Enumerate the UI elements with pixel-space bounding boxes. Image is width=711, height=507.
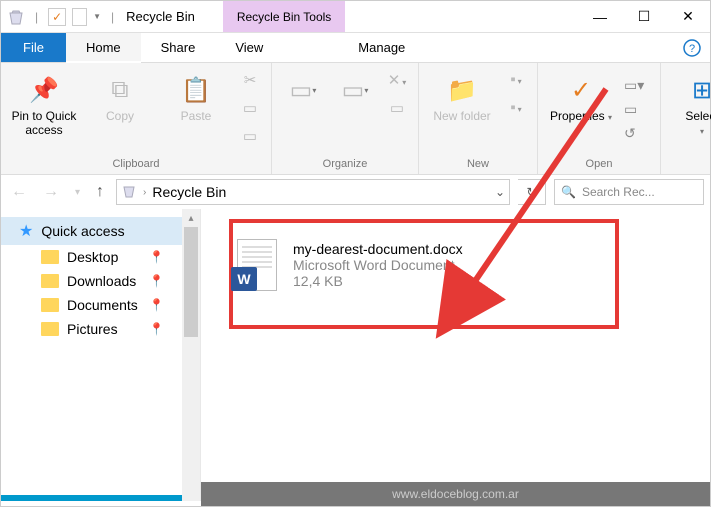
recycle-bin-icon [7,8,25,26]
folder-icon [41,250,59,264]
tab-file[interactable]: File [1,33,66,62]
properties-button[interactable]: ✓ Properties ▾ [546,67,616,123]
sidebar-scrollbar[interactable]: ▴ [182,209,200,501]
folder-icon [41,274,59,288]
pin-icon: 📍 [149,298,164,312]
maximize-button[interactable]: ☐ [622,2,666,32]
window-controls: — ☐ ✕ [578,2,710,32]
cut-icon[interactable]: ✂ [239,71,261,93]
folder-icon [41,322,59,336]
select-button[interactable]: ⊞ Select▾ [667,67,711,138]
open-icon[interactable]: ▭▾ [624,77,652,95]
copy-to-icon[interactable]: ▭▾ [338,73,372,107]
search-input[interactable]: 🔍 Search Rec... [554,179,704,205]
new-folder-icon: 📁 [445,73,479,107]
up-button[interactable]: ↑ [92,183,108,201]
tab-manage[interactable]: Manage [338,33,425,62]
star-icon: ★ [19,221,33,241]
folder-icon [41,298,59,312]
easy-access-icon[interactable]: ▪▾ [505,99,527,121]
group-clipboard-label: Clipboard [9,156,263,172]
minimize-button[interactable]: — [578,2,622,32]
separator: | [35,10,38,24]
pin-icon: 📍 [149,322,164,336]
annotation-highlight [229,219,619,329]
help-icon[interactable]: ? [674,33,710,62]
paste-shortcut-icon[interactable]: ▭ [239,127,261,149]
separator: | [111,10,114,24]
pin-to-quick-access-button[interactable]: 📌 Pin to Quick access [9,67,79,138]
edit-icon[interactable]: ▭ [624,101,652,119]
footer-watermark: www.eldoceblog.com.ar [201,482,710,506]
address-bar[interactable]: › Recycle Bin ⌄ [116,179,510,205]
group-organize-label: Organize [280,156,410,172]
paste-icon: 📋 [179,73,213,107]
address-location: Recycle Bin [152,184,226,200]
tab-view[interactable]: View [215,33,283,62]
copy-icon: ⧉ [103,73,137,107]
copy-button[interactable]: ⧉ Copy [85,67,155,123]
title-bar: | ✓ ▼ | Recycle Bin Recycle Bin Tools — … [1,1,710,33]
word-document-icon: W [235,237,279,293]
document-icon[interactable] [72,8,87,26]
ribbon: 📌 Pin to Quick access ⧉ Copy 📋 Paste ✂ ▭… [1,63,710,175]
close-button[interactable]: ✕ [666,2,710,32]
copy-path-icon[interactable]: ▭ [239,99,261,121]
delete-icon[interactable]: ✕▾ [386,71,408,93]
pin-icon: 📍 [149,250,164,264]
search-icon: 🔍 [561,185,576,199]
address-dropdown-icon[interactable]: ⌄ [495,185,505,199]
recycle-bin-icon [121,183,137,202]
rename-icon[interactable]: ▭ [386,99,408,121]
back-button[interactable]: ← [7,183,31,201]
svg-text:?: ? [689,43,695,55]
group-open-label: Open [546,156,652,172]
scroll-up-icon[interactable]: ▴ [188,209,193,227]
select-icon: ⊞ [685,73,711,107]
contextual-tab-label: Recycle Bin Tools [223,1,346,32]
sidebar-item-pictures[interactable]: Pictures 📍 [1,317,200,341]
new-folder-button[interactable]: 📁 New folder [427,67,497,123]
content-area: ★ Quick access Desktop 📍 Downloads 📍 Doc… [1,209,710,501]
properties-icon: ✓ [564,73,598,107]
sidebar-item-downloads[interactable]: Downloads 📍 [1,269,200,293]
refresh-button[interactable]: ↻ [518,179,546,205]
dropdown-icon[interactable]: ▼ [93,12,101,21]
search-placeholder: Search Rec... [582,185,655,199]
tab-home[interactable]: Home [66,33,141,63]
history-icon[interactable]: ↺ [624,125,652,143]
move-to-icon[interactable]: ▭▾ [286,73,320,107]
pin-icon: 📌 [27,73,61,107]
sidebar-item-desktop[interactable]: Desktop 📍 [1,245,200,269]
paste-button[interactable]: 📋 Paste [161,67,231,123]
forward-button[interactable]: → [39,183,63,201]
chevron-right-icon[interactable]: › [143,187,146,198]
sidebar-item-quick-access[interactable]: ★ Quick access [1,217,200,245]
status-bar-accent [1,495,182,501]
pin-icon: 📍 [149,274,164,288]
sidebar-item-documents[interactable]: Documents 📍 [1,293,200,317]
navigation-pane: ★ Quick access Desktop 📍 Downloads 📍 Doc… [1,209,201,501]
new-item-icon[interactable]: ▪▾ [505,71,527,93]
ribbon-tabs: File Home Share View Manage ? [1,33,710,63]
group-new-label: New [427,156,529,172]
window-title: Recycle Bin [126,9,195,24]
tab-share[interactable]: Share [141,33,216,62]
recent-dropdown[interactable]: ▾ [71,187,84,198]
checkbox-icon[interactable]: ✓ [48,8,66,26]
address-bar-row: ← → ▾ ↑ › Recycle Bin ⌄ ↻ 🔍 Search Rec..… [1,175,710,209]
scrollbar-thumb[interactable] [184,227,198,337]
file-list[interactable]: W my-dearest-document.docx Microsoft Wor… [201,209,710,501]
